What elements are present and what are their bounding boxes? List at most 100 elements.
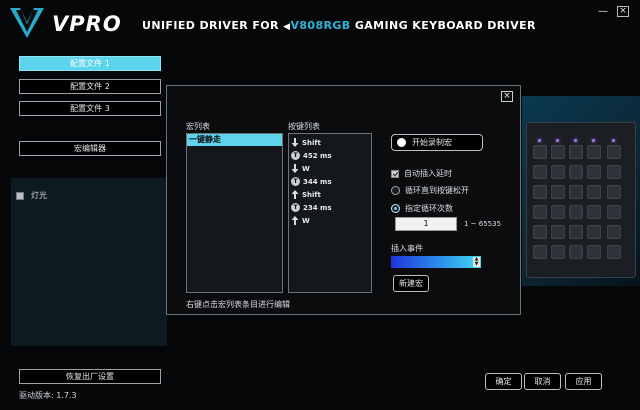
loop-until-release-option[interactable]: 循环直到按键松开 xyxy=(391,185,469,196)
minimize-button[interactable]: — xyxy=(597,6,609,17)
keyboard-key xyxy=(587,205,601,219)
key-event-text: 234 ms xyxy=(303,203,332,212)
macro-list-item[interactable]: 一键静走 xyxy=(187,134,282,146)
auto-delay-checkbox[interactable] xyxy=(391,169,399,178)
keyboard-key xyxy=(551,225,565,239)
timer-icon: T xyxy=(291,151,300,160)
keyboard-key xyxy=(533,185,547,199)
loop-until-release-radio[interactable] xyxy=(391,186,400,195)
keyboard-key xyxy=(587,225,601,239)
keyboard-key xyxy=(551,145,565,159)
keyboard-preview xyxy=(522,96,640,286)
keyboard-key xyxy=(587,145,601,159)
keyboard-key xyxy=(607,185,621,199)
key-event-row[interactable]: Shift xyxy=(289,136,371,149)
macro-editor-dialog: × 宏列表 一键静走 按键列表 Shift T 452 ms W T 344 m… xyxy=(166,85,521,315)
key-down-icon xyxy=(291,138,299,147)
keyboard-key xyxy=(607,225,621,239)
key-list-label: 按键列表 xyxy=(288,122,320,131)
auto-delay-label: 自动插入延时 xyxy=(404,169,452,178)
key-event-list[interactable]: Shift T 452 ms W T 344 ms Shift T 234 ms… xyxy=(288,133,372,293)
record-icon xyxy=(397,138,406,147)
keyboard-key xyxy=(533,165,547,179)
key-event-text: Shift xyxy=(302,138,321,147)
loop-count-input[interactable]: 1 xyxy=(395,217,457,231)
keyboard-key xyxy=(587,185,601,199)
light-label: 灯光 xyxy=(31,191,47,200)
profile-3-button[interactable]: 配置文件 3 xyxy=(19,101,161,116)
spinner-icon[interactable]: ▲ ▼ xyxy=(473,257,480,267)
factory-reset-button[interactable]: 恢复出厂设置 xyxy=(19,369,161,384)
keyboard-key xyxy=(569,185,583,199)
key-event-text: 344 ms xyxy=(303,177,332,186)
key-event-text: W xyxy=(302,216,310,225)
key-event-text: Shift xyxy=(302,190,321,199)
key-event-row[interactable]: T 234 ms xyxy=(289,201,371,214)
key-event-row[interactable]: T 344 ms xyxy=(289,175,371,188)
keyboard-key xyxy=(607,165,621,179)
model-name: V808RGB xyxy=(290,19,351,32)
keyboard-key xyxy=(533,245,547,259)
ok-button[interactable]: 确定 xyxy=(485,373,522,390)
keyboard-key xyxy=(551,205,565,219)
record-macro-button[interactable]: 开始录制宏 xyxy=(391,134,483,151)
profile-1-button[interactable]: 配置文件 1 xyxy=(19,56,161,71)
app-header: VPRO UNIFIED DRIVER FOR ◀V808RGB GAMING … xyxy=(0,0,640,48)
light-checkbox[interactable] xyxy=(16,191,24,200)
keyboard-key xyxy=(607,145,621,159)
loop-count-radio[interactable] xyxy=(391,204,400,213)
key-up-icon xyxy=(291,216,299,225)
keyboard-key xyxy=(551,245,565,259)
macro-list[interactable]: 一键静走 xyxy=(186,133,283,293)
record-label: 开始录制宏 xyxy=(412,138,452,147)
insert-event-label: 插入事件 xyxy=(391,244,423,253)
key-event-row[interactable]: T 452 ms xyxy=(289,149,371,162)
macro-editor-button[interactable]: 宏编辑器 xyxy=(19,141,161,156)
loop-count-range: 1 ~ 65535 xyxy=(464,220,502,228)
macro-list-label: 宏列表 xyxy=(186,122,210,131)
keyboard-key xyxy=(533,225,547,239)
dialog-close-button[interactable]: × xyxy=(501,91,513,102)
cancel-button[interactable]: 取消 xyxy=(524,373,561,390)
keyboard-image xyxy=(526,122,636,278)
timer-icon: T xyxy=(291,177,300,186)
keyboard-key xyxy=(569,145,583,159)
key-up-icon xyxy=(291,190,299,199)
keyboard-key xyxy=(569,225,583,239)
keyboard-key xyxy=(551,185,565,199)
loop-count-label: 指定循环次数 xyxy=(405,204,453,213)
key-event-text: W xyxy=(302,164,310,173)
new-macro-button[interactable]: 新建宏 xyxy=(393,275,429,292)
app-title: UNIFIED DRIVER FOR ◀V808RGB GAMING KEYBO… xyxy=(142,19,536,32)
keyboard-key xyxy=(533,205,547,219)
apply-button[interactable]: 应用 xyxy=(565,373,602,390)
vpro-logo-icon xyxy=(10,8,44,38)
key-event-row[interactable]: W xyxy=(289,162,371,175)
keyboard-key xyxy=(551,165,565,179)
close-button[interactable]: × xyxy=(617,6,629,17)
keyboard-key xyxy=(569,245,583,259)
logo-text: VPRO xyxy=(52,12,122,36)
keyboard-key xyxy=(607,245,621,259)
title-suffix: GAMING KEYBOARD DRIVER xyxy=(354,19,536,32)
loop-count-option[interactable]: 指定循环次数 xyxy=(391,203,453,214)
key-led xyxy=(556,139,559,142)
light-panel: 灯光 xyxy=(11,178,167,346)
light-option[interactable]: 灯光 xyxy=(16,190,47,201)
key-led xyxy=(538,139,541,142)
auto-delay-option[interactable]: 自动插入延时 xyxy=(391,168,452,179)
keyboard-key xyxy=(607,205,621,219)
insert-event-select[interactable]: ▲ ▼ xyxy=(391,256,481,268)
macro-edit-hint: 右键点击宏列表条目进行编辑 xyxy=(186,300,290,309)
title-prefix: UNIFIED DRIVER FOR xyxy=(142,19,279,32)
loop-until-release-label: 循环直到按键松开 xyxy=(405,186,469,195)
key-down-icon xyxy=(291,164,299,173)
key-event-text: 452 ms xyxy=(303,151,332,160)
key-event-row[interactable]: Shift xyxy=(289,188,371,201)
keyboard-key xyxy=(533,145,547,159)
key-led xyxy=(574,139,577,142)
keyboard-key xyxy=(569,205,583,219)
profile-2-button[interactable]: 配置文件 2 xyxy=(19,79,161,94)
key-event-row[interactable]: W xyxy=(289,214,371,227)
keyboard-key xyxy=(587,245,601,259)
